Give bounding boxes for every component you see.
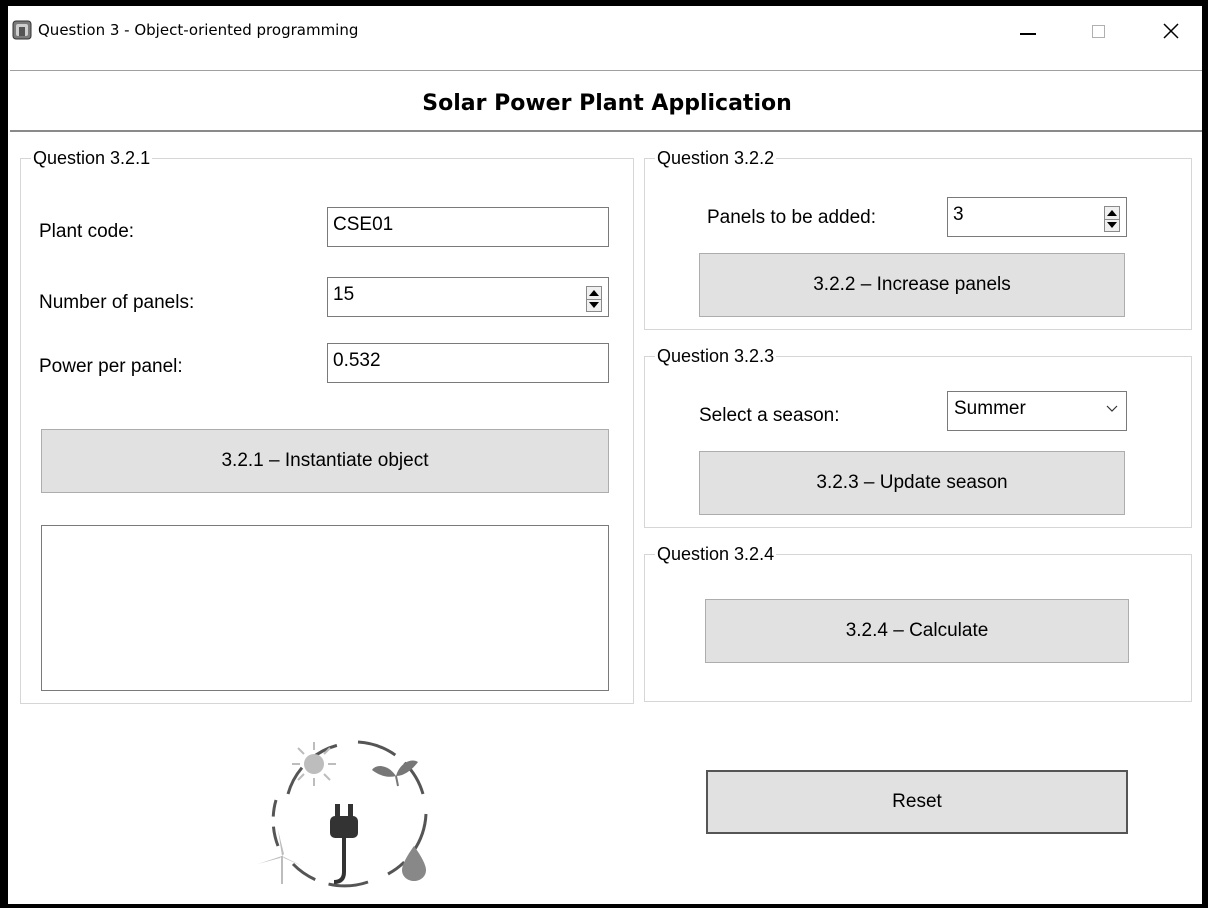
num-panels-value: 15 (333, 284, 355, 305)
group-question-322: Question 3.2.2 Panels to be added: 3 3.2… (644, 147, 1192, 330)
maximize-icon (1091, 24, 1105, 38)
close-button[interactable] (1148, 6, 1194, 56)
num-panels-spin[interactable] (586, 286, 602, 312)
increase-panels-button[interactable]: 3.2.2 – Increase panels (699, 253, 1125, 317)
season-select[interactable]: Summer (947, 391, 1127, 431)
power-input[interactable]: 0.532 (327, 343, 609, 383)
panels-to-add-label: Panels to be added: (707, 207, 877, 228)
panels-to-add-spin[interactable] (1104, 206, 1120, 232)
spin-down-icon[interactable] (587, 299, 601, 311)
panels-to-add-value: 3 (953, 204, 964, 225)
group-caption: Question 3.2.3 (655, 345, 777, 367)
group-question-323: Question 3.2.3 Select a season: Summer 3… (644, 345, 1192, 528)
renewable-energy-logo-icon (258, 740, 428, 888)
group-question-324: Question 3.2.4 3.2.4 – Calculate (644, 543, 1192, 702)
group-question-321: Question 3.2.1 Plant code: CSE01 Number … (20, 147, 634, 704)
window-bottom-border (8, 904, 1202, 906)
title-bar[interactable]: Question 3 - Object-oriented programming (8, 6, 1202, 56)
instantiate-object-button[interactable]: 3.2.1 – Instantiate object (41, 429, 609, 493)
power-label: Power per panel: (39, 356, 183, 377)
chevron-down-icon (1106, 405, 1118, 412)
page-title: Solar Power Plant Application (422, 91, 792, 116)
maximize-button[interactable] (1075, 6, 1121, 56)
spin-down-icon[interactable] (1105, 219, 1119, 231)
group-caption: Question 3.2.1 (31, 147, 153, 169)
group-caption: Question 3.2.2 (655, 147, 777, 169)
num-panels-label: Number of panels: (39, 292, 195, 313)
output-listbox[interactable] (41, 525, 609, 691)
season-select-value: Summer (954, 398, 1026, 419)
minimize-button[interactable] (1005, 6, 1051, 56)
group-caption: Question 3.2.4 (655, 543, 777, 565)
app-icon (12, 20, 32, 40)
minimize-icon (1020, 33, 1036, 35)
num-panels-stepper[interactable]: 15 (327, 277, 609, 317)
panels-to-add-stepper[interactable]: 3 (947, 197, 1127, 237)
calculate-button[interactable]: 3.2.4 – Calculate (705, 599, 1129, 663)
plant-code-input[interactable]: CSE01 (327, 207, 609, 247)
close-icon (1163, 23, 1179, 39)
app-window: Question 3 - Object-oriented programming… (6, 6, 1204, 906)
reset-button[interactable]: Reset (706, 770, 1128, 834)
update-season-button[interactable]: 3.2.3 – Update season (699, 451, 1125, 515)
season-label: Select a season: (699, 405, 840, 426)
plant-code-label: Plant code: (39, 221, 135, 242)
header-panel: Solar Power Plant Application (10, 70, 1202, 132)
window-title: Question 3 - Object-oriented programming (38, 21, 359, 39)
